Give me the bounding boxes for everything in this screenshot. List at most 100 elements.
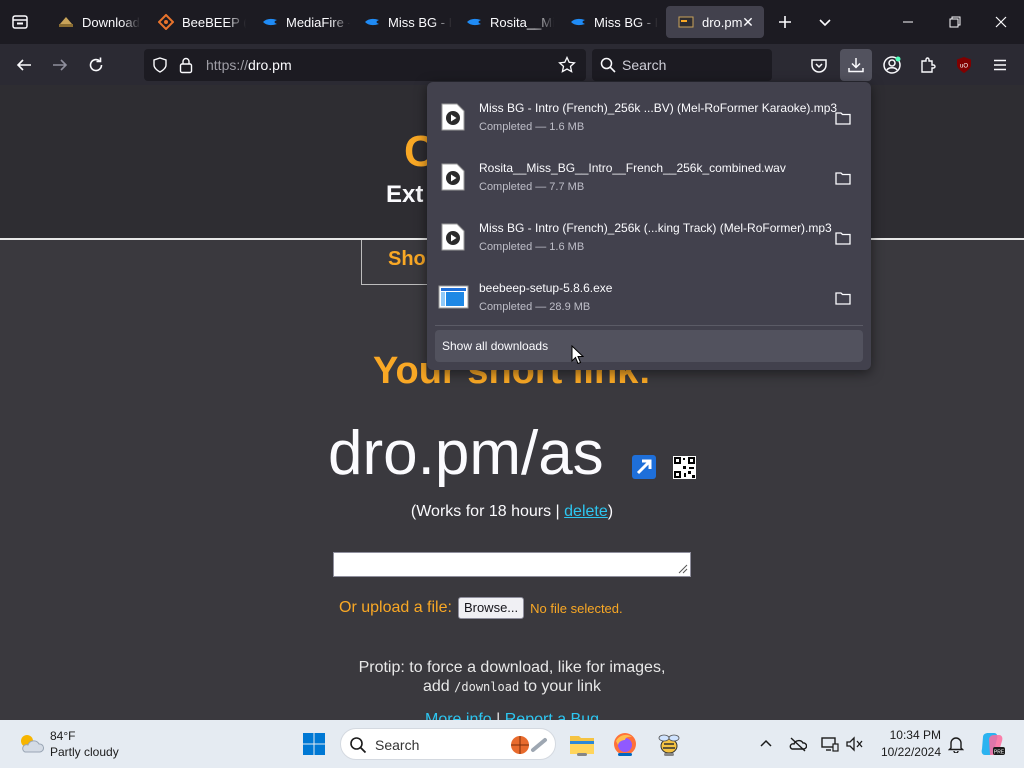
delete-link[interactable]: delete [564,503,608,520]
more-info-link[interactable]: More info [425,711,492,720]
footer-links: More info | Report a Bug [0,711,1024,720]
display-icon[interactable] [821,735,839,753]
exe-file-icon [438,285,469,309]
tab-download[interactable]: Download [46,6,146,38]
divider [435,325,863,326]
download-filename: beebeep-setup-5.8.6.exe [479,281,613,295]
upload-row: Or upload a file: Browse... No file sele… [339,597,623,619]
tab-miss-bg-2[interactable]: Miss BG - Ir [558,6,658,38]
partly-cloudy-icon[interactable] [18,732,44,756]
close-tab-icon[interactable]: ✕ [740,14,756,30]
beebeep-app-icon[interactable] [655,730,683,758]
extensions-icon[interactable] [915,52,941,78]
dropm-icon [678,14,694,30]
tab-dropm[interactable]: dro.pm ✕ [666,6,764,38]
folder-icon[interactable] [835,171,851,185]
download-status: Completed — 1.6 MB [479,121,585,133]
firefox-view-icon[interactable] [8,10,32,34]
volume-muted-icon[interactable] [846,735,864,753]
taskbar-search[interactable]: Search [340,728,556,760]
account-icon[interactable] [879,52,905,78]
bookmark-star-icon[interactable] [558,55,576,79]
tab-mediafire[interactable]: MediaFire - [250,6,350,38]
list-all-tabs-icon[interactable] [813,10,837,34]
tab-shorten[interactable]: Shor [361,240,431,285]
menu-hamburger-icon[interactable] [987,52,1013,78]
tab-label: Miss BG - Ir [388,14,452,30]
mediafire-icon [262,14,278,30]
download-item[interactable]: beebeep-setup-5.8.6.exe Completed — 28.9… [427,266,871,324]
tab-label: MediaFire - [286,14,350,30]
text-input-area[interactable] [333,552,691,577]
firefox-icon[interactable] [611,730,639,758]
beebeep-icon [158,14,174,30]
tab-label: Download [82,14,140,30]
weather-description[interactable]: Partly cloudy [50,745,119,759]
url-bar[interactable]: https://dro.pm [144,49,586,81]
folder-icon[interactable] [835,231,851,245]
download-status: Completed — 28.9 MB [479,301,591,313]
hat-icon [58,14,74,30]
windows-start-icon[interactable] [300,730,328,758]
download-item[interactable]: Miss BG - Intro (French)_256k ...BV) (Me… [427,86,871,144]
browse-button[interactable]: Browse... [457,597,525,619]
restore-icon[interactable] [940,8,970,36]
mouse-cursor-icon [571,345,584,365]
tab-miss-bg-1[interactable]: Miss BG - Ir [352,6,452,38]
tab-rosita[interactable]: Rosita__Mis [454,6,554,38]
upload-label: Or upload a file: [339,599,452,616]
download-item[interactable]: Rosita__Miss_BG__Intro__French__256k_com… [427,146,871,204]
download-item[interactable]: Miss BG - Intro (French)_256k (...king T… [427,206,871,264]
folder-icon[interactable] [835,111,851,125]
tab-strip: Download BeeBEEP (F MediaFire - Miss BG … [0,0,1024,44]
audio-file-icon [441,103,465,131]
search-placeholder: Search [622,57,667,73]
running-indicator [664,753,674,756]
new-tab-icon[interactable] [773,10,797,34]
pocket-icon[interactable] [806,52,832,78]
qr-code-icon[interactable] [673,456,696,479]
short-url[interactable]: dro.pm/as [328,418,604,489]
open-link-icon[interactable] [631,454,657,480]
lock-icon[interactable] [178,56,194,79]
close-window-icon[interactable] [986,8,1016,36]
onedrive-offline-icon[interactable] [789,735,807,753]
downloads-panel: Miss BG - Intro (French)_256k ...BV) (Me… [427,82,871,370]
weather-temperature[interactable]: 84°F [50,729,75,743]
site-header-text: Ext [386,181,424,208]
active-indicator [618,753,632,756]
audio-file-icon [441,223,465,251]
clock-date[interactable]: 10/22/2024 [871,745,941,759]
protip-text: Protip: to force a download, like for im… [358,659,666,695]
resize-grip-icon[interactable] [676,562,688,574]
tab-label: BeeBEEP (F [182,14,246,30]
downloads-icon[interactable] [840,49,872,81]
reload-icon[interactable] [83,52,109,78]
svg-text:uO: uO [960,64,968,70]
copilot-icon[interactable]: PRE [978,730,1006,758]
download-status: Completed — 1.6 MB [479,241,585,253]
search-label: Search [375,737,420,753]
show-all-downloads-button[interactable]: Show all downloads [435,330,863,362]
folder-icon[interactable] [835,291,851,305]
tab-label: Rosita__Mis [490,14,554,30]
svg-text:PRE: PRE [994,750,1005,756]
ublock-icon[interactable]: uO [951,52,977,78]
file-explorer-icon[interactable] [568,730,596,758]
running-indicator [577,753,587,756]
notification-bell-icon[interactable] [947,735,965,753]
download-status: Completed — 7.7 MB [479,181,585,193]
mediafire-icon [570,14,586,30]
search-icon [600,57,616,78]
back-arrow-icon[interactable] [11,52,37,78]
tab-beebeep[interactable]: BeeBEEP (F [146,6,246,38]
clock-time[interactable]: 10:34 PM [881,728,941,742]
shield-icon[interactable] [152,57,168,78]
url-text[interactable]: https://dro.pm [206,57,292,73]
expiry-info: (Works for 18 hours | delete) [410,503,614,520]
report-bug-link[interactable]: Report a Bug [505,711,599,720]
search-bar[interactable]: Search [592,49,772,81]
minimize-icon[interactable] [893,8,923,36]
forward-arrow-icon[interactable] [47,52,73,78]
chevron-up-icon[interactable] [757,735,775,753]
